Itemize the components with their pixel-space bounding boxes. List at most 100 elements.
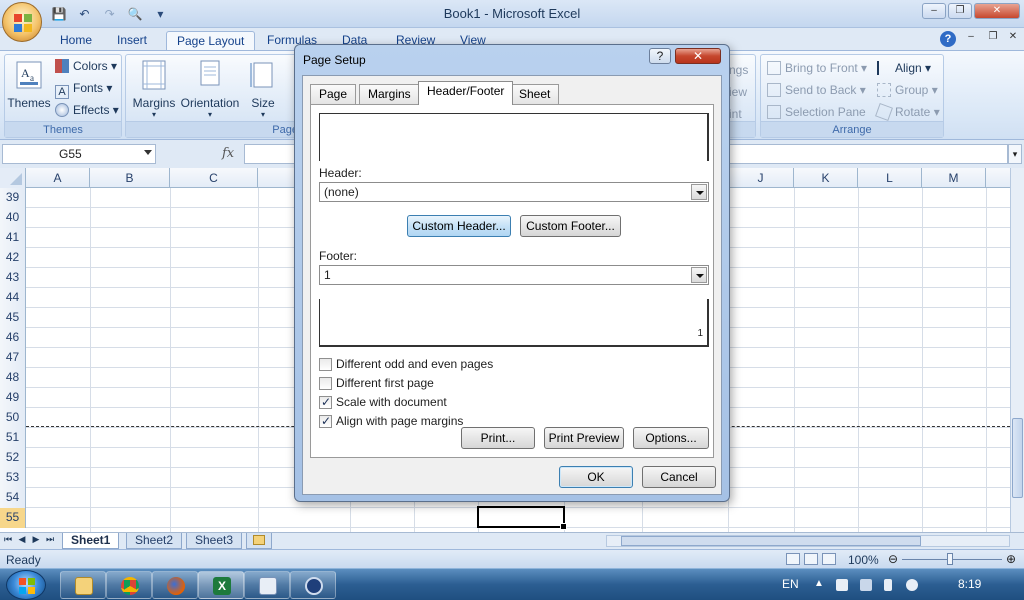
sheet-tab-sheet3[interactable]: Sheet3 [186,533,243,549]
options-button[interactable]: Options... [633,427,709,449]
horizontal-scrollbar[interactable] [606,535,1010,547]
language-indicator[interactable]: EN [782,577,799,591]
cancel-button[interactable]: Cancel [642,466,716,488]
footer-select[interactable]: 1 [319,265,709,285]
header-select[interactable]: (none) [319,182,709,202]
ok-button[interactable]: OK [559,466,633,488]
expand-formula-bar-icon[interactable]: ▾ [1008,144,1022,164]
clock[interactable]: 8:19 [958,577,981,591]
row-header[interactable]: 54 [0,488,26,508]
action-center-icon[interactable] [836,579,848,591]
zoom-out-icon[interactable]: ⊖ [888,552,898,566]
name-box[interactable]: G55 [2,144,156,164]
taskbar-excel[interactable]: X [198,571,244,599]
row-header[interactable]: 50 [0,408,26,428]
active-cell-g55[interactable] [477,506,567,530]
size-button[interactable]: Size ▾ [244,59,282,119]
next-sheet-icon[interactable]: ▶ [30,534,42,545]
tab-sheet[interactable]: Sheet [510,84,560,104]
ribbon-minimize-button[interactable]: – [962,30,980,46]
row-header[interactable]: 41 [0,228,26,248]
row-header[interactable]: 43 [0,268,26,288]
column-header-a[interactable]: A [26,168,90,188]
row-header[interactable]: 51 [0,428,26,448]
column-header-m[interactable]: M [922,168,986,188]
show-hidden-icons-icon[interactable]: ▲ [814,578,824,589]
print-button[interactable]: Print... [461,427,535,449]
row-header[interactable]: 48 [0,368,26,388]
zoom-slider-thumb[interactable] [947,553,953,565]
taskbar-explorer[interactable] [60,571,106,599]
start-button[interactable] [6,570,46,600]
dialog-close-button[interactable]: ✕ [675,48,721,64]
column-header-c[interactable]: C [170,168,258,188]
taskbar-chrome[interactable] [106,571,152,599]
tab-header-footer[interactable]: Header/Footer [418,81,514,105]
close-window-button[interactable]: ✕ [974,3,1020,19]
row-header[interactable]: 52 [0,448,26,468]
normal-view-icon[interactable] [786,553,800,565]
row-header[interactable]: 46 [0,328,26,348]
horizontal-scroll-thumb[interactable] [621,536,921,546]
tab-page[interactable]: Page [310,84,357,104]
group-button[interactable]: Group ▾ [877,81,938,99]
page-layout-view-icon[interactable] [804,553,818,565]
tab-home[interactable]: Home [50,31,102,50]
margins-button[interactable]: Margins ▾ [130,59,178,119]
select-all-button[interactable] [0,168,26,188]
insert-function-icon[interactable]: fx [222,146,234,161]
colors-button[interactable]: Colors ▾ [55,57,117,75]
chevron-down-icon[interactable] [144,150,152,155]
checkbox-box[interactable] [319,395,332,409]
taskbar-media[interactable] [290,571,336,599]
effects-button[interactable]: Effects ▾ [55,101,119,119]
chevron-down-icon[interactable] [691,184,707,200]
ribbon-restore-button[interactable]: ❐ [984,30,1002,46]
row-header[interactable]: 55 [0,508,26,528]
page-break-preview-icon[interactable] [822,553,836,565]
custom-footer-button[interactable]: Custom Footer... [520,215,621,237]
row-header[interactable]: 40 [0,208,26,228]
first-sheet-icon[interactable]: ⏮ [2,534,14,545]
column-header-j[interactable]: J [728,168,794,188]
row-header[interactable]: 39 [0,188,26,208]
minimize-button[interactable]: – [922,3,946,19]
volume-muted-icon[interactable] [906,579,918,591]
dialog-help-button[interactable]: ? [649,48,671,64]
print-preview-button[interactable]: Print Preview [544,427,624,449]
tab-margins[interactable]: Margins [359,84,420,104]
help-icon[interactable]: ? [940,31,956,47]
row-header[interactable]: 42 [0,248,26,268]
checkbox-box[interactable] [319,377,332,390]
row-header[interactable]: 49 [0,388,26,408]
align-button[interactable]: Align ▾ [877,59,931,77]
checkbox-box[interactable] [319,358,332,371]
sheet-tab-sheet1[interactable]: Sheet1 [62,533,120,549]
column-header-l[interactable]: L [858,168,922,188]
maximize-button[interactable]: ❐ [948,3,972,19]
vertical-scrollbar[interactable] [1010,168,1024,532]
prev-sheet-icon[interactable]: ◀ [16,534,28,545]
sheet-tab-sheet2[interactable]: Sheet2 [126,533,183,549]
chevron-down-icon[interactable] [691,267,707,283]
orientation-button[interactable]: Orientation ▾ [178,59,242,119]
row-header[interactable]: 47 [0,348,26,368]
zoom-level[interactable]: 100% [848,553,879,567]
column-header-b[interactable]: B [90,168,170,188]
custom-header-button[interactable]: Custom Header... [407,215,511,237]
fonts-button[interactable]: A Fonts ▾ [55,79,112,99]
send-to-back-button[interactable]: Send to Back ▾ [767,81,866,99]
battery-icon[interactable] [884,579,892,591]
tab-insert[interactable]: Insert [107,31,157,50]
column-header-k[interactable]: K [794,168,858,188]
taskbar-notepad[interactable] [244,571,290,599]
row-header[interactable]: 44 [0,288,26,308]
row-header[interactable]: 53 [0,468,26,488]
rotate-button[interactable]: Rotate ▾ [875,103,940,121]
selection-pane-button[interactable]: Selection Pane [767,103,866,121]
office-button[interactable] [2,2,42,42]
zoom-in-icon[interactable]: ⊕ [1006,552,1016,566]
ribbon-close-button[interactable]: ✕ [1004,30,1022,46]
network-icon[interactable] [860,579,872,591]
tab-page-layout[interactable]: Page Layout [166,31,256,50]
